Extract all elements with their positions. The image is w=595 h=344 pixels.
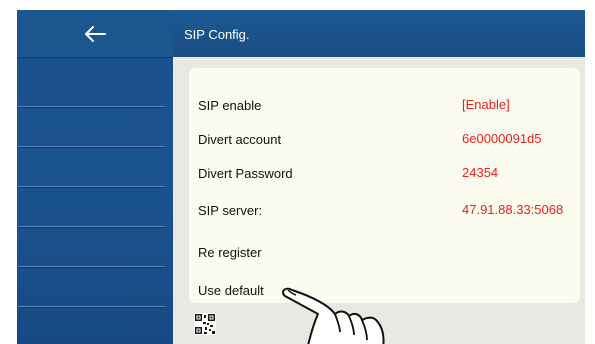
setting-row-sip-enable[interactable]: SIP enable [Enable] [189,88,580,122]
sidebar-item[interactable] [17,228,165,268]
sidebar-item[interactable] [17,188,165,228]
settings-card: SIP enable [Enable] Divert account 6e000… [189,68,580,303]
sidebar [17,10,173,344]
setting-value[interactable]: 24354 [462,165,498,180]
sidebar-item[interactable] [17,108,165,148]
setting-value[interactable]: [Enable] [462,97,510,112]
title-bar: SIP Config. [173,10,585,57]
setting-value[interactable]: 6e0000091d5 [462,131,542,146]
sidebar-item[interactable] [17,268,165,308]
setting-row-divert-password[interactable]: Divert Password 24354 [189,156,580,190]
setting-row-sip-server[interactable]: SIP server: 47.91.88.33:5068 [189,193,580,227]
setting-label: SIP enable [198,98,262,113]
arrow-left-icon [85,25,106,42]
setting-label: Divert Password [198,166,293,181]
page-title: SIP Config. [184,27,250,42]
hand-pointer-icon [282,287,385,344]
device-screen: SIP Config. SIP enable [Enable] Divert a… [17,10,585,344]
setting-label: Re register [198,245,262,260]
re-register-button[interactable]: Re register [189,235,580,269]
qr-code-icon [194,313,216,335]
back-button[interactable] [17,10,173,58]
sidebar-item[interactable] [17,68,165,108]
sidebar-item[interactable] [17,148,165,188]
setting-label: Divert account [198,132,282,147]
setting-row-divert-account[interactable]: Divert account 6e0000091d5 [189,122,580,156]
setting-label: SIP server: [198,203,263,218]
setting-label: Use default [198,283,264,298]
setting-value[interactable]: 47.91.88.33:5068 [462,202,563,217]
